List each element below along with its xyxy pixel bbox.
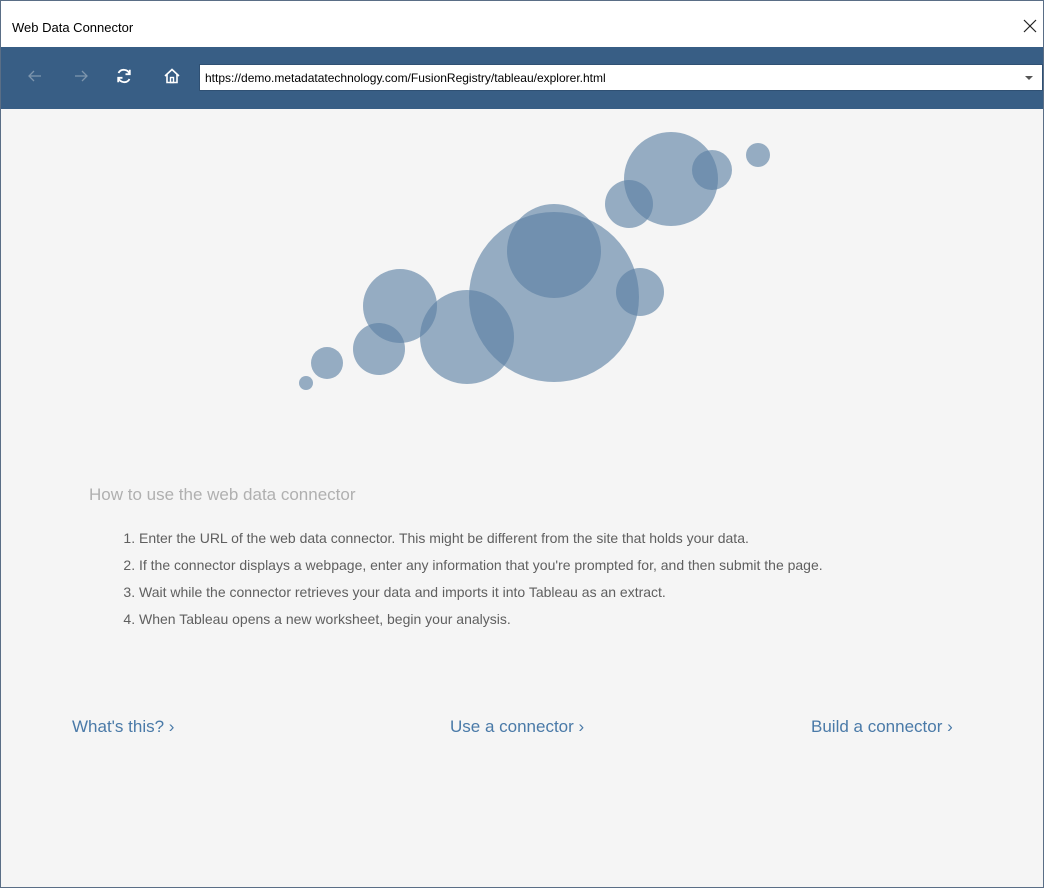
bubble — [507, 204, 601, 298]
refresh-icon — [117, 68, 131, 84]
help-heading: How to use the web data connector — [89, 485, 356, 504]
use-connector-link[interactable]: Use a connector › — [450, 717, 584, 737]
bubble — [605, 180, 653, 228]
bubble — [746, 143, 770, 167]
bubble — [299, 376, 313, 390]
help-step: Wait while the connector retrieves your … — [139, 583, 999, 601]
close-icon — [1023, 19, 1037, 33]
window-title: Web Data Connector — [12, 20, 134, 35]
url-input[interactable] — [205, 65, 1005, 90]
help-step: When Tableau opens a new worksheet, begi… — [139, 610, 999, 628]
whats-this-link[interactable]: What's this? › — [72, 717, 174, 737]
forward-button[interactable] — [69, 64, 93, 88]
close-button[interactable] — [1019, 15, 1041, 37]
browser-toolbar — [1, 47, 1043, 109]
build-connector-link[interactable]: Build a connector › — [811, 717, 953, 737]
bubble-illustration — [299, 132, 770, 390]
back-button[interactable] — [23, 64, 47, 88]
bubble — [692, 150, 732, 190]
web-data-connector-window: Web Data Connector https://demo.metadata… — [0, 0, 1044, 888]
bubble — [353, 323, 405, 375]
connector-content: How to use the web data connector Enter … — [1, 109, 1043, 887]
address-bar — [199, 64, 1043, 91]
bubble — [616, 268, 664, 316]
help-step: Enter the URL of the web data connector.… — [139, 529, 999, 547]
help-steps-list: Enter the URL of the web data connector.… — [117, 529, 999, 637]
help-step: If the connector displays a webpage, ent… — [139, 556, 999, 574]
caret-down-icon — [1025, 75, 1033, 80]
title-bar: Web Data Connector — [1, 1, 1043, 47]
url-dropdown-button[interactable] — [1016, 65, 1042, 90]
home-button[interactable] — [160, 64, 184, 88]
arrow-left-icon — [28, 70, 41, 82]
home-icon — [164, 68, 180, 84]
refresh-button[interactable] — [112, 64, 136, 88]
bubble — [311, 347, 343, 379]
arrow-right-icon — [75, 70, 88, 82]
